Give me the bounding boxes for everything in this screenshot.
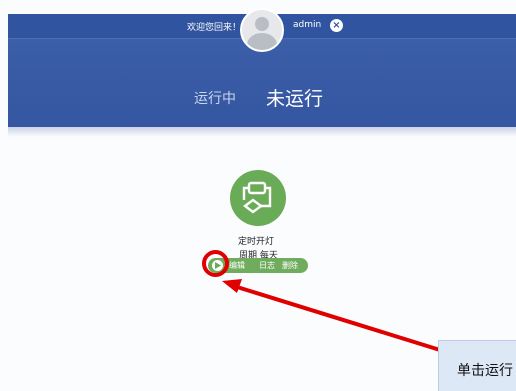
tooltip: 单击运行 — [438, 340, 516, 391]
tooltip-text: 单击运行 — [457, 363, 513, 379]
annotation-arrow — [222, 279, 441, 352]
